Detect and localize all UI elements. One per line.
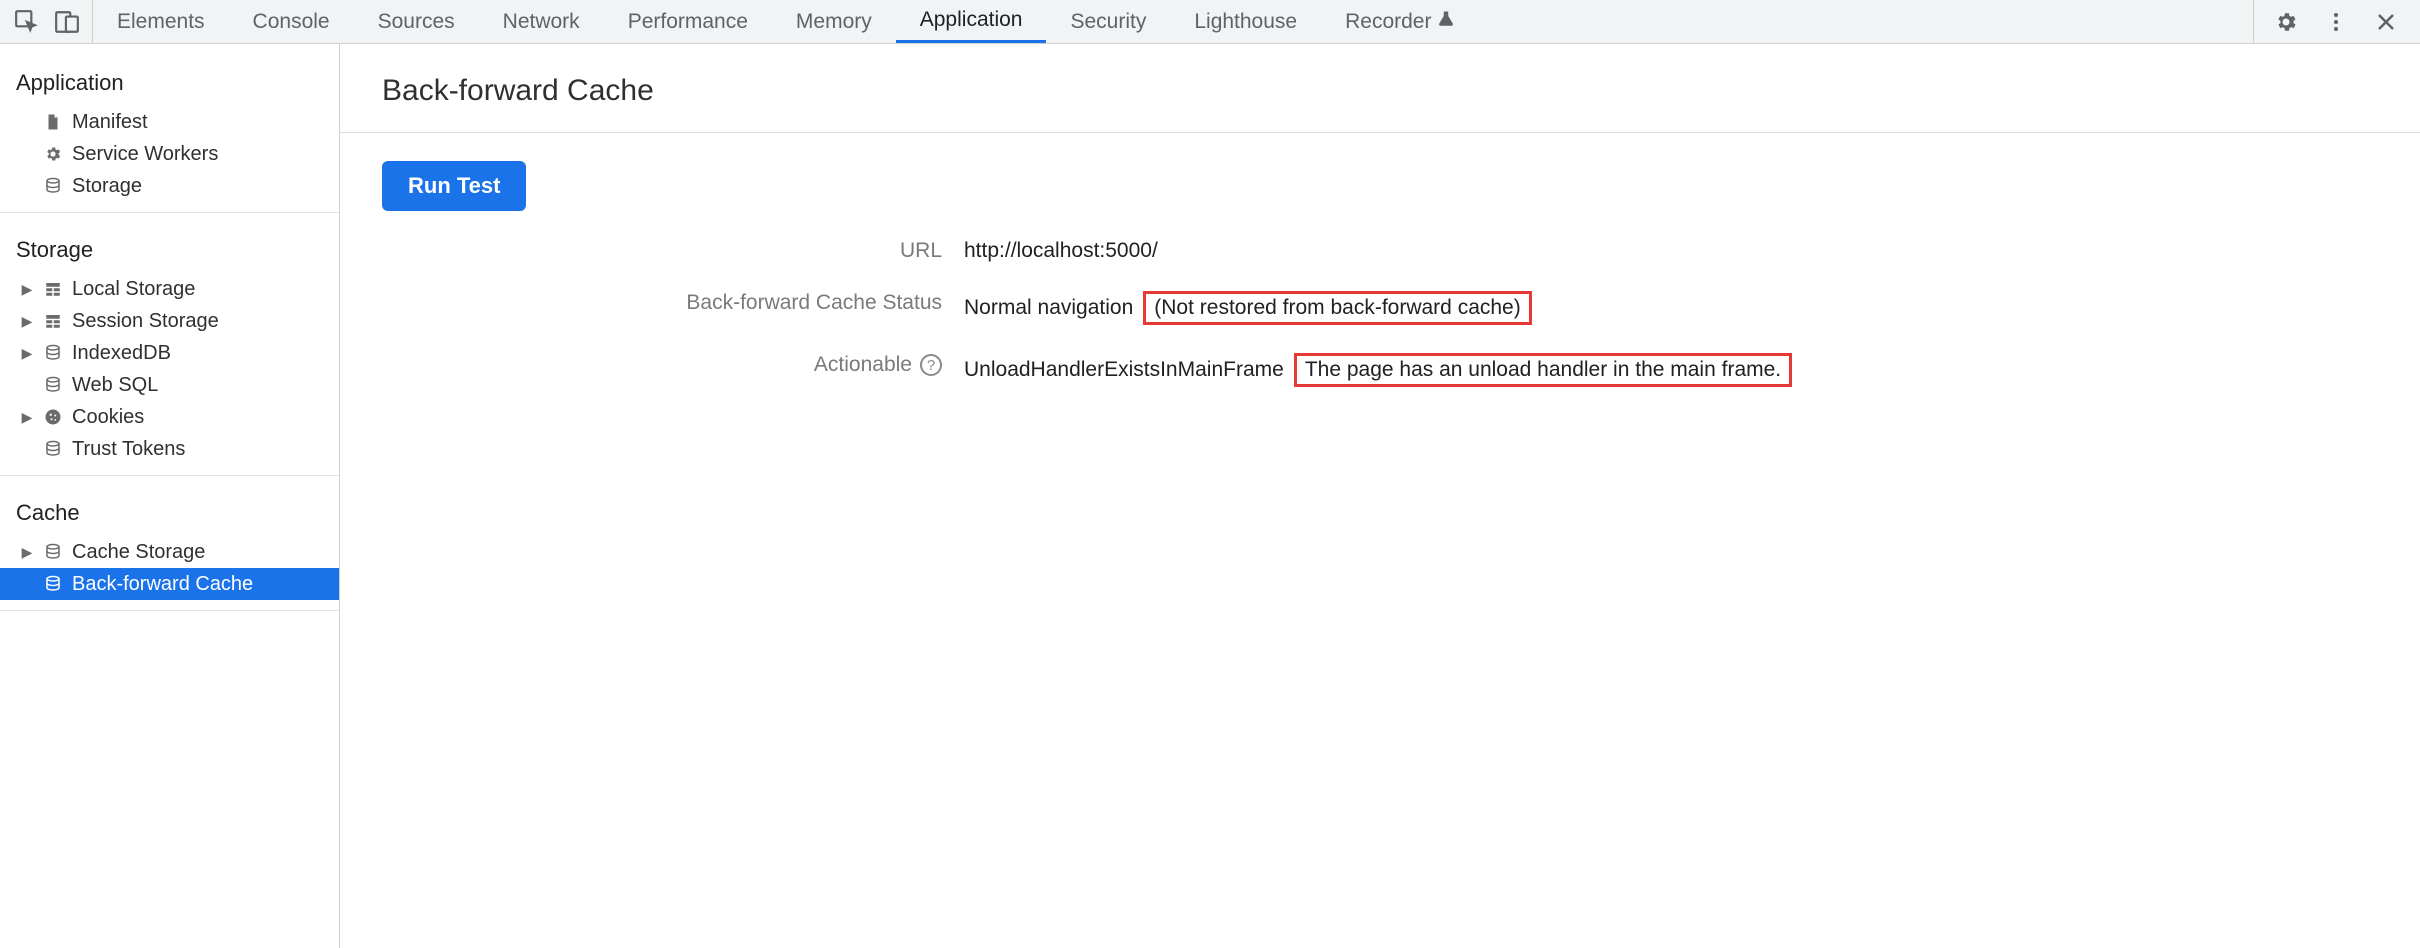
- row-value: http://localhost:5000/: [964, 239, 1158, 263]
- database-icon: [42, 177, 64, 195]
- tab-network[interactable]: Network: [479, 0, 604, 43]
- row-url: URL http://localhost:5000/: [382, 239, 2378, 263]
- database-icon: [42, 344, 64, 362]
- status-value-main: Normal navigation: [964, 296, 1133, 320]
- content-pane: Back-forward Cache Run Test URL http://l…: [340, 44, 2420, 948]
- row-label: Actionable: [814, 353, 912, 377]
- sidebar-item-cache-storage[interactable]: ▶ Cache Storage: [0, 536, 339, 568]
- sidebar-item-storage[interactable]: ▶ Storage: [0, 170, 339, 202]
- panel-tabs: Elements Console Sources Network Perform…: [93, 0, 1479, 43]
- caret-icon[interactable]: ▶: [20, 345, 34, 362]
- sidebar-item-label: Storage: [72, 175, 142, 198]
- sidebar-section-title: Storage: [0, 229, 339, 273]
- sidebar-item-label: Web SQL: [72, 374, 158, 397]
- sidebar-item-manifest[interactable]: ▶ Manifest: [0, 106, 339, 138]
- settings-icon[interactable]: [2274, 10, 2298, 34]
- gear-icon: [42, 145, 64, 163]
- actionable-value-highlight: The page has an unload handler in the ma…: [1294, 353, 1792, 387]
- sidebar-item-service-workers[interactable]: ▶ Service Workers: [0, 138, 339, 170]
- grid-icon: [42, 312, 64, 330]
- sidebar-item-label: Trust Tokens: [72, 438, 185, 461]
- sidebar-item-label: Service Workers: [72, 143, 218, 166]
- database-icon: [42, 575, 64, 593]
- sidebar-item-websql[interactable]: ▶ Web SQL: [0, 369, 339, 401]
- sidebar-item-label: Local Storage: [72, 278, 195, 301]
- sidebar-item-trust-tokens[interactable]: ▶ Trust Tokens: [0, 433, 339, 465]
- sidebar-section-application: Application ▶ Manifest ▶ Service Workers…: [0, 62, 339, 213]
- tab-console[interactable]: Console: [229, 0, 354, 43]
- sidebar-item-cookies[interactable]: ▶ Cookies: [0, 401, 339, 433]
- caret-icon[interactable]: ▶: [20, 281, 34, 298]
- tab-label: Recorder: [1345, 10, 1431, 34]
- sidebar-section-storage: Storage ▶ Local Storage ▶ Session Storag…: [0, 229, 339, 476]
- cookie-icon: [42, 408, 64, 426]
- tab-application[interactable]: Application: [896, 0, 1047, 43]
- actionable-value-main: UnloadHandlerExistsInMainFrame: [964, 358, 1284, 382]
- tab-performance[interactable]: Performance: [604, 0, 772, 43]
- tabbar-left-controls: [8, 0, 93, 43]
- file-icon: [42, 113, 64, 131]
- more-icon[interactable]: [2324, 10, 2348, 34]
- row-label: Back-forward Cache Status: [382, 291, 942, 315]
- status-value-highlight: (Not restored from back-forward cache): [1143, 291, 1531, 325]
- application-sidebar[interactable]: Application ▶ Manifest ▶ Service Workers…: [0, 44, 340, 948]
- sidebar-item-label: Manifest: [72, 111, 148, 134]
- run-test-button[interactable]: Run Test: [382, 161, 526, 211]
- tab-label: Console: [253, 10, 330, 34]
- tabbar-right-controls: [2253, 0, 2412, 43]
- sidebar-section-title: Application: [0, 62, 339, 106]
- sidebar-item-session-storage[interactable]: ▶ Session Storage: [0, 305, 339, 337]
- sidebar-item-label: IndexedDB: [72, 342, 171, 365]
- tab-security[interactable]: Security: [1046, 0, 1170, 43]
- tab-label: Memory: [796, 10, 872, 34]
- page-title: Back-forward Cache: [382, 74, 2378, 108]
- inspect-element-icon[interactable]: [14, 9, 40, 35]
- row-label: URL: [382, 239, 942, 263]
- tab-label: Network: [503, 10, 580, 34]
- database-icon: [42, 543, 64, 561]
- sidebar-item-local-storage[interactable]: ▶ Local Storage: [0, 273, 339, 305]
- sidebar-item-label: Back-forward Cache: [72, 573, 253, 596]
- sidebar-item-label: Cookies: [72, 406, 144, 429]
- divider: [340, 132, 2420, 133]
- tab-recorder[interactable]: Recorder: [1321, 0, 1479, 43]
- sidebar-item-label: Session Storage: [72, 310, 219, 333]
- sidebar-item-back-forward-cache[interactable]: ▶ Back-forward Cache: [0, 568, 339, 600]
- caret-icon[interactable]: ▶: [20, 409, 34, 426]
- devtools-tabbar: Elements Console Sources Network Perform…: [0, 0, 2420, 44]
- tab-lighthouse[interactable]: Lighthouse: [1170, 0, 1321, 43]
- sidebar-item-indexeddb[interactable]: ▶ IndexedDB: [0, 337, 339, 369]
- close-icon[interactable]: [2374, 10, 2398, 34]
- row-actionable: Actionable ? UnloadHandlerExistsInMainFr…: [382, 353, 2378, 387]
- tab-label: Application: [920, 8, 1023, 32]
- tab-label: Elements: [117, 10, 205, 34]
- sidebar-section-cache: Cache ▶ Cache Storage ▶ Back-forward Cac…: [0, 492, 339, 611]
- help-icon[interactable]: ?: [920, 354, 942, 376]
- grid-icon: [42, 280, 64, 298]
- sidebar-section-title: Cache: [0, 492, 339, 536]
- caret-icon[interactable]: ▶: [20, 544, 34, 561]
- tab-label: Security: [1070, 10, 1146, 34]
- flask-icon: [1437, 10, 1455, 34]
- row-bfcache-status: Back-forward Cache Status Normal navigat…: [382, 291, 2378, 325]
- tab-elements[interactable]: Elements: [93, 0, 229, 43]
- database-icon: [42, 440, 64, 458]
- tab-label: Performance: [628, 10, 748, 34]
- sidebar-item-label: Cache Storage: [72, 541, 205, 564]
- tab-sources[interactable]: Sources: [354, 0, 479, 43]
- device-toolbar-icon[interactable]: [54, 9, 80, 35]
- tab-label: Lighthouse: [1194, 10, 1297, 34]
- caret-icon[interactable]: ▶: [20, 313, 34, 330]
- tab-memory[interactable]: Memory: [772, 0, 896, 43]
- database-icon: [42, 376, 64, 394]
- tab-label: Sources: [378, 10, 455, 34]
